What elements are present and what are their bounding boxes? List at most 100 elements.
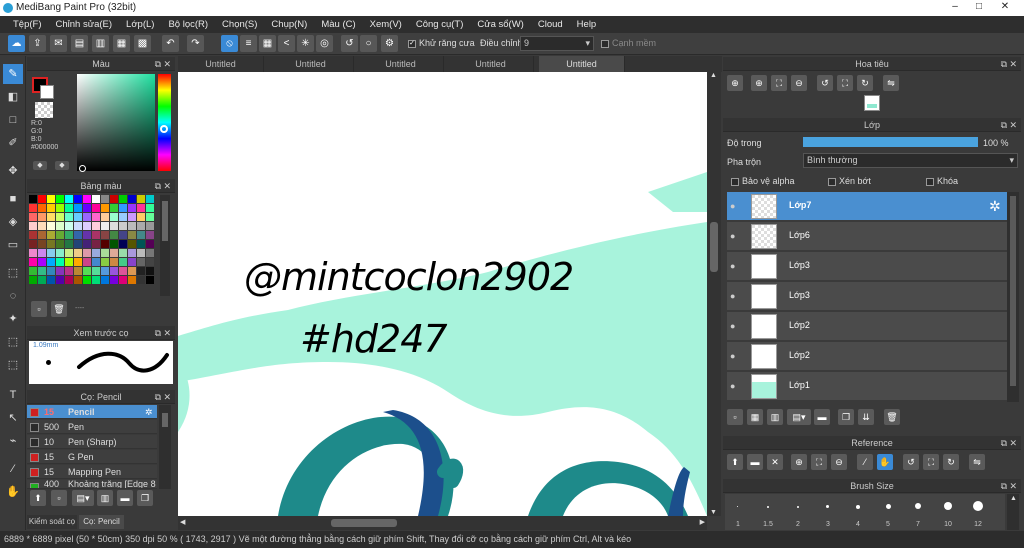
palette-swatch[interactable] [65, 249, 73, 257]
palette-swatch[interactable] [110, 204, 118, 212]
brush-row[interactable]: 400 Khoảng trắng [Edge 8 [27, 480, 157, 489]
palette-swatch[interactable] [29, 258, 37, 266]
eyedropper-icon[interactable]: ⁄ [857, 454, 873, 470]
palette-swatch[interactable] [146, 267, 154, 275]
canvas-hscrollbar[interactable]: ◀ ▶ [178, 516, 707, 530]
zoom-in-icon[interactable]: ⊕ [751, 75, 767, 91]
menu-snap[interactable]: Chụp(N) [264, 16, 314, 33]
layer-menu-icon[interactable]: ▤▾ [787, 409, 811, 425]
canvas[interactable]: @mintcoclon2902 #hd247 [178, 72, 707, 516]
palette-swatch[interactable] [128, 276, 136, 284]
palette-swatch[interactable] [56, 240, 64, 248]
palette-swatch[interactable] [137, 222, 145, 230]
palette-swatch[interactable] [47, 249, 55, 257]
palette-swatch[interactable] [65, 195, 73, 203]
palette-swatch[interactable] [101, 240, 109, 248]
palette-swatch[interactable] [110, 213, 118, 221]
maximize-button[interactable]: □ [968, 0, 990, 14]
select-tool-icon[interactable]: ⬚ [3, 263, 23, 283]
new-palette-icon[interactable]: ▫ [31, 301, 47, 317]
layer-row[interactable]: ● Lớp3 [727, 282, 1007, 311]
palette-swatch[interactable] [65, 240, 73, 248]
circle-snap-icon[interactable]: ○ [360, 35, 377, 52]
close-icon[interactable]: ✕ [1009, 436, 1017, 450]
palette-swatch[interactable] [146, 240, 154, 248]
palette-swatch[interactable] [137, 267, 145, 275]
palette-swatch[interactable] [101, 258, 109, 266]
dot-pen-icon[interactable]: ✐ [3, 133, 23, 153]
palette-swatch[interactable] [92, 195, 100, 203]
menu-file[interactable]: Tệp(F) [6, 16, 49, 33]
brush-menu-icon[interactable]: ▤▾ [72, 490, 94, 506]
palette-swatch[interactable] [110, 267, 118, 275]
canvas-vscrollbar[interactable]: ▲ ▼ [707, 72, 721, 516]
palette-swatch[interactable] [74, 249, 82, 257]
brush-row[interactable]: 15 Pencil ✲ [27, 405, 157, 419]
eraser-tool-icon[interactable]: ◧ [3, 87, 23, 107]
close-icon[interactable]: ✕ [1009, 479, 1017, 493]
palette-swatch[interactable] [137, 240, 145, 248]
palette-swatch[interactable] [47, 204, 55, 212]
snap-off-icon[interactable]: ⦸ [221, 35, 238, 52]
brush-row[interactable]: 500 Pen [27, 420, 157, 434]
pages-icon[interactable]: ▦ [113, 35, 130, 52]
cloud-icon[interactable]: ☁ [8, 35, 25, 52]
layer-row[interactable]: ● Lớp2 [727, 342, 1007, 371]
close-icon[interactable]: ✕ [163, 390, 171, 404]
visibility-icon[interactable]: ● [730, 231, 740, 241]
palette-swatch[interactable] [38, 204, 46, 212]
palette-swatch[interactable] [101, 222, 109, 230]
palette-swatch[interactable] [92, 258, 100, 266]
tab-brush-control[interactable]: Kiểm soát cọ [27, 515, 77, 529]
palette-swatch[interactable] [47, 222, 55, 230]
palette-swatch[interactable] [83, 240, 91, 248]
reset-view-icon[interactable]: ⛶ [837, 75, 853, 91]
clipping-checkbox[interactable]: Xén bớt [828, 176, 871, 186]
concentric-snap-icon[interactable]: ◎ [316, 35, 333, 52]
size-dot[interactable] [826, 505, 829, 508]
palette-swatch[interactable] [29, 249, 37, 257]
brush-row[interactable]: 10 Pen (Sharp) [27, 435, 157, 449]
palette-swatch[interactable] [47, 213, 55, 221]
export-icon[interactable]: ⇪ [29, 35, 46, 52]
palette-scrollbar[interactable] [160, 195, 170, 296]
float-icon[interactable]: ⧉ [1001, 118, 1007, 132]
divide-tool-icon[interactable]: ⌁ [3, 431, 23, 451]
palette-swatch[interactable] [110, 249, 118, 257]
palette-swatch[interactable] [56, 213, 64, 221]
palette-swatch[interactable] [38, 222, 46, 230]
chat-icon[interactable]: ✉ [50, 35, 67, 52]
palette-swatch[interactable] [47, 240, 55, 248]
menu-cloud[interactable]: Cloud [531, 16, 570, 33]
palette-swatch[interactable] [83, 231, 91, 239]
arrow-right-icon[interactable]: ▶ [700, 518, 705, 526]
palette-swatch[interactable] [38, 267, 46, 275]
layer-folder-icon[interactable]: ▬ [814, 409, 830, 425]
hand-tool-icon[interactable]: ✋ [3, 482, 23, 502]
palette-swatch[interactable] [128, 267, 136, 275]
menu-edit[interactable]: Chỉnh sửa(E) [49, 16, 120, 33]
flip-icon[interactable]: ⇋ [969, 454, 985, 470]
soft-edge-checkbox[interactable]: Cạnh mềm [601, 38, 656, 48]
palette-swatch[interactable] [119, 267, 127, 275]
palette-swatch[interactable] [47, 231, 55, 239]
document-icon[interactable]: ▤ [71, 35, 88, 52]
transparent-color[interactable] [35, 102, 53, 118]
eyedropper-tool-icon[interactable]: ⁄ [3, 459, 23, 479]
palette-swatch[interactable] [119, 222, 127, 230]
rect-tool-icon[interactable]: □ [3, 110, 23, 130]
zoom-out-icon[interactable]: ⊖ [831, 454, 847, 470]
close-icon[interactable]: ✕ [163, 326, 171, 340]
fit-icon[interactable]: ⛶ [771, 75, 787, 91]
zoom-in-icon[interactable]: ⊕ [791, 454, 807, 470]
palette-swatch[interactable] [83, 258, 91, 266]
visibility-icon[interactable]: ● [730, 291, 740, 301]
size-dot[interactable] [886, 504, 891, 509]
palette-swatch[interactable] [146, 204, 154, 212]
color-swap-icon[interactable]: ◆ [33, 161, 47, 170]
palette-swatch[interactable] [56, 195, 64, 203]
palette-swatch[interactable] [29, 276, 37, 284]
bucket-tool-icon[interactable]: ◈ [3, 212, 23, 232]
brush-add-icon[interactable]: ⬆ [30, 490, 46, 506]
palette-swatch[interactable] [56, 249, 64, 257]
